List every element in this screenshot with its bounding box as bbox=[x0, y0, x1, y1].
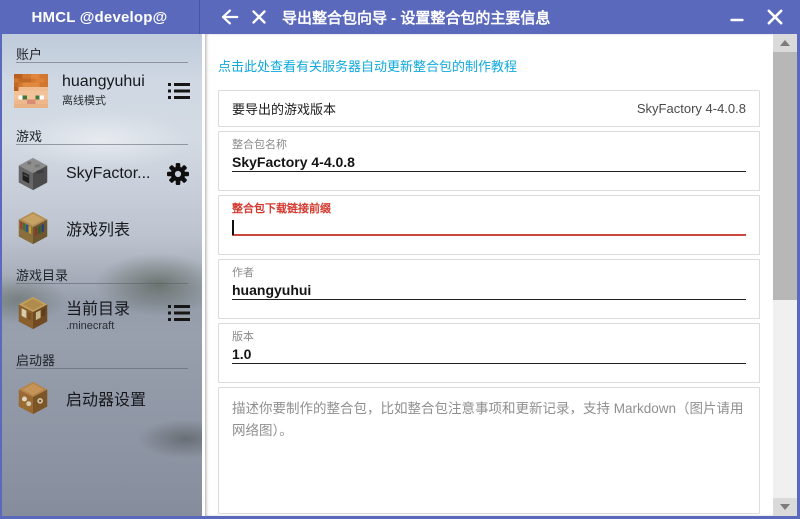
modpack-name-label: 整合包名称 bbox=[232, 139, 746, 152]
description-textarea[interactable]: 描述你要制作的整合包，比如整合包注意事项和更新记录，支持 Markdown（图片… bbox=[218, 387, 760, 514]
sidebar-item-game-list[interactable]: 游戏列表 bbox=[2, 201, 202, 255]
sidebar-item-current-game[interactable]: SkyFactor... bbox=[2, 147, 202, 201]
account-list-icon[interactable] bbox=[168, 82, 190, 100]
sidebar-header-launcher: 启动器 bbox=[16, 340, 188, 368]
scrollbar-thumb[interactable] bbox=[773, 52, 797, 300]
sidebar-item-account[interactable]: huangyuhui 离线模式 bbox=[2, 65, 202, 116]
triangle-down-icon bbox=[780, 504, 790, 510]
modpack-name-field-card: 整合包名称 bbox=[218, 131, 760, 191]
chest-icon bbox=[14, 294, 52, 332]
close-icon bbox=[766, 8, 784, 26]
close-icon bbox=[251, 9, 267, 25]
sidebar-item-current-directory[interactable]: 当前目录 .minecraft bbox=[2, 286, 202, 340]
crafting-table-icon bbox=[14, 379, 52, 417]
current-game-name: SkyFactor... bbox=[66, 165, 162, 183]
download-url-field-card: 整合包下载链接前缀 bbox=[218, 195, 760, 255]
avatar bbox=[14, 74, 48, 108]
arrow-left-icon bbox=[218, 6, 240, 28]
minimize-icon bbox=[729, 9, 745, 25]
main-content: 点击此处查看有关服务器自动更新整合包的制作教程 要导出的游戏版本 SkyFact… bbox=[205, 34, 773, 516]
back-button[interactable] bbox=[214, 2, 244, 32]
author-input[interactable] bbox=[232, 280, 746, 300]
sidebar-item-launcher-settings[interactable]: 启动器设置 bbox=[2, 371, 202, 425]
sidebar-header-directory: 游戏目录 bbox=[16, 255, 188, 283]
version-field-card: 版本 bbox=[218, 323, 760, 383]
current-directory-label: 当前目录 bbox=[66, 295, 164, 319]
scroll-up-button[interactable] bbox=[773, 34, 797, 52]
app-title-area: HMCL @develop@ bbox=[0, 0, 200, 34]
text-caret bbox=[232, 220, 234, 235]
version-input[interactable] bbox=[232, 344, 746, 364]
current-directory-path: .minecraft bbox=[66, 320, 164, 332]
game-version-label: 要导出的游戏版本 bbox=[232, 99, 637, 118]
furnace-icon bbox=[14, 155, 52, 193]
wizard-title-area: 导出整合包向导 - 设置整合包的主要信息 bbox=[200, 0, 800, 34]
version-label: 版本 bbox=[232, 331, 746, 344]
close-wizard-button[interactable] bbox=[244, 2, 274, 32]
sidebar-header-account: 账户 bbox=[16, 34, 188, 62]
scroll-down-button[interactable] bbox=[773, 498, 797, 516]
download-url-input[interactable] bbox=[232, 216, 746, 236]
sidebar: 账户 huangyuhui bbox=[2, 34, 202, 516]
hmcl-window: 账户 huangyuhui bbox=[0, 0, 800, 519]
download-url-label: 整合包下载链接前缀 bbox=[232, 203, 746, 216]
scrollbar[interactable] bbox=[773, 34, 797, 516]
gear-icon[interactable] bbox=[166, 162, 190, 186]
close-window-button[interactable] bbox=[760, 2, 790, 32]
sidebar-header-game: 游戏 bbox=[16, 116, 188, 144]
title-bar: HMCL @develop@ 导出整合包向导 - 设置整合包的主要信息 bbox=[0, 0, 800, 34]
triangle-up-icon bbox=[780, 40, 790, 46]
tutorial-link[interactable]: 点击此处查看有关服务器自动更新整合包的制作教程 bbox=[218, 56, 517, 75]
directory-list-icon[interactable] bbox=[168, 304, 190, 322]
game-version-card: 要导出的游戏版本 SkyFactory 4-4.0.8 bbox=[218, 90, 760, 127]
page-title: 导出整合包向导 - 设置整合包的主要信息 bbox=[282, 7, 550, 28]
window-body: 账户 huangyuhui bbox=[2, 0, 797, 516]
game-version-value: SkyFactory 4-4.0.8 bbox=[637, 101, 746, 116]
author-field-card: 作者 bbox=[218, 259, 760, 319]
launcher-settings-label: 启动器设置 bbox=[66, 386, 190, 410]
description-placeholder: 描述你要制作的整合包，比如整合包注意事项和更新记录，支持 Markdown（图片… bbox=[232, 398, 746, 442]
game-list-label: 游戏列表 bbox=[66, 216, 190, 240]
minimize-button[interactable] bbox=[722, 2, 752, 32]
app-title: HMCL @develop@ bbox=[32, 9, 168, 26]
bookshelf-icon bbox=[14, 209, 52, 247]
author-label: 作者 bbox=[232, 267, 746, 280]
modpack-name-input[interactable] bbox=[232, 152, 746, 172]
account-mode: 离线模式 bbox=[62, 92, 164, 108]
account-name: huangyuhui bbox=[62, 73, 164, 91]
